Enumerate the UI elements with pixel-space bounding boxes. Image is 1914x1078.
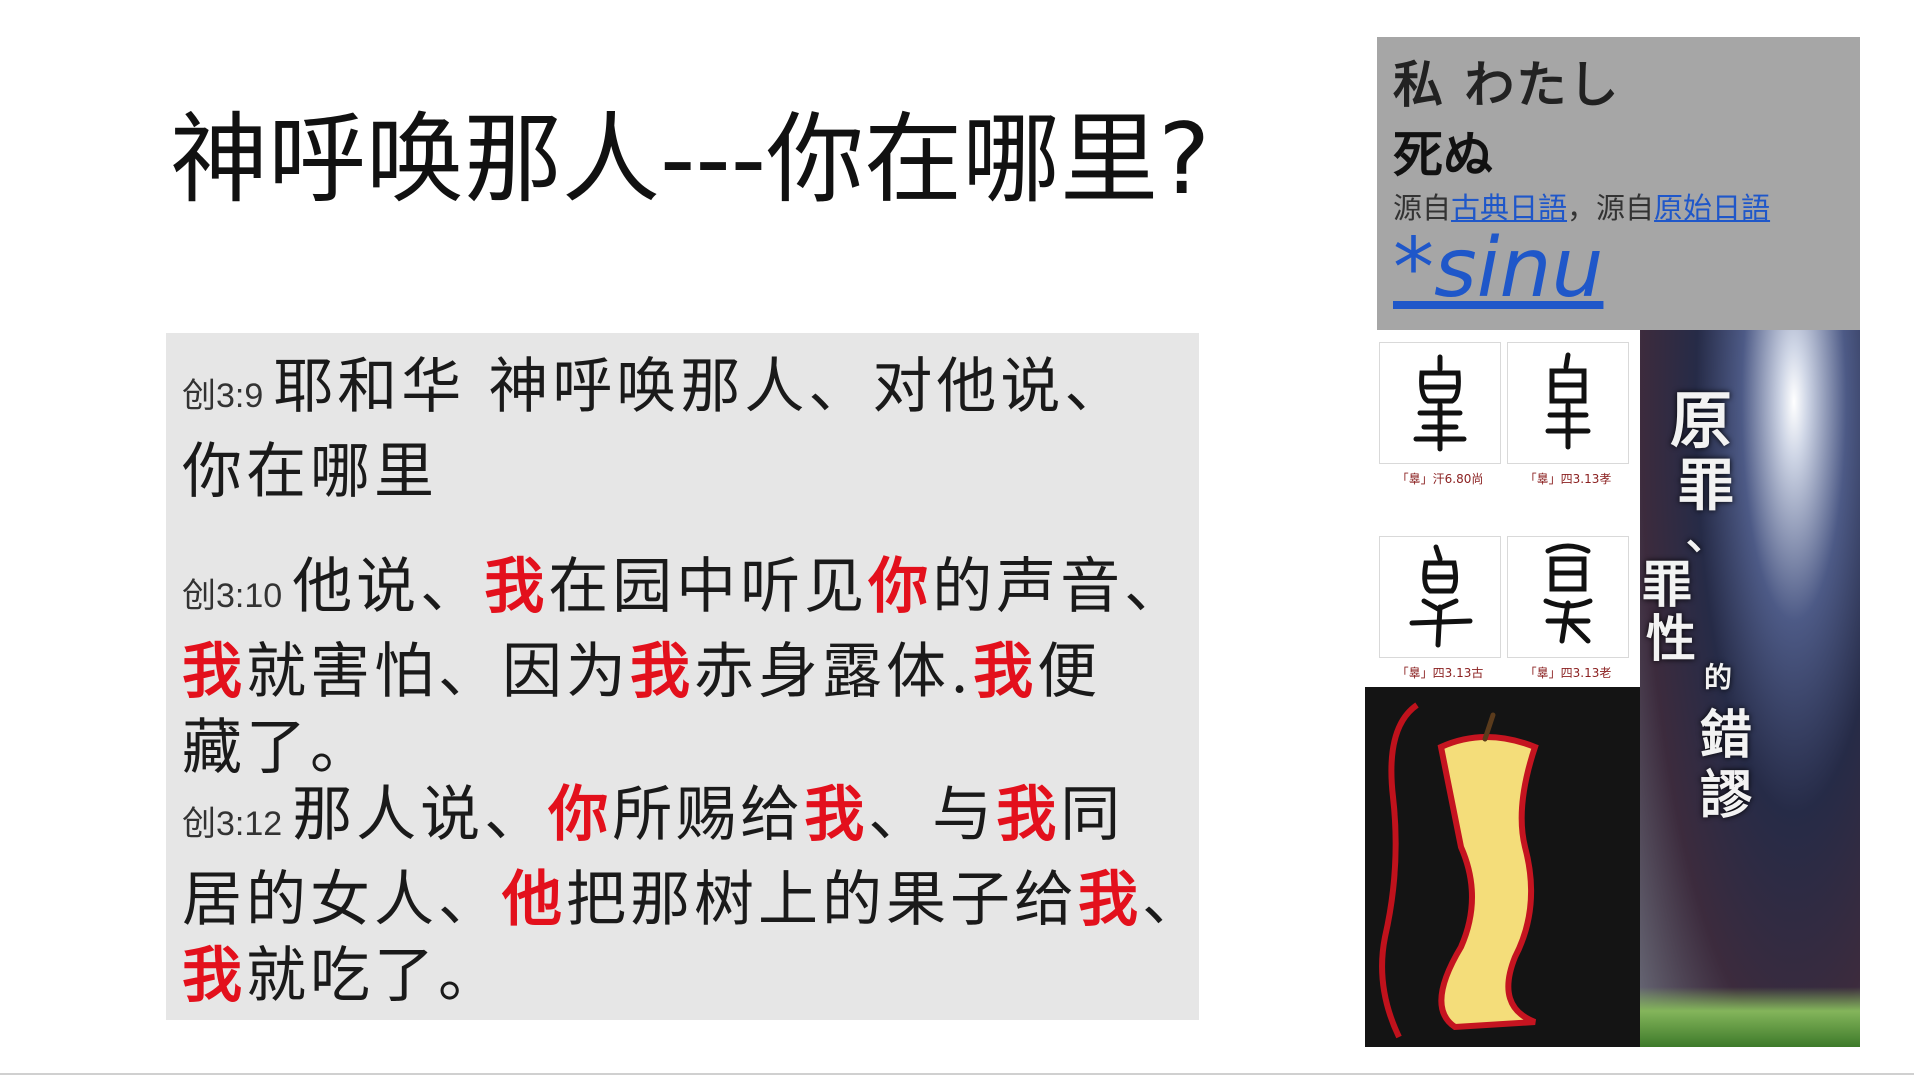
verse-text: 、: [1142, 865, 1206, 935]
seal-glyph-icon: [1413, 354, 1467, 452]
verse-text: 他说、: [292, 552, 485, 622]
seal-glyph-icon: [1543, 543, 1593, 644]
proto-japonic-link[interactable]: 原始日語: [1654, 191, 1770, 225]
cover-title-char: 性: [1646, 609, 1696, 668]
cover-title-char: 罪: [1678, 453, 1734, 519]
glyph-caption: 「辠」四3.13古: [1396, 666, 1484, 680]
highlight-word: 我: [630, 637, 694, 707]
cover-title-char: 、: [1686, 512, 1726, 559]
ancient-glyph-panel: 「辠」汗6.80尚 「辠」四3.13孝 「辠」四3.13古 「辠」四3.13老: [1365, 330, 1640, 687]
glyph-image: [1379, 342, 1501, 464]
verse-text: 藏了。: [182, 713, 374, 783]
highlight-word: 我: [804, 780, 869, 850]
verse-text: 便: [1037, 637, 1102, 707]
verse-text: 的声音、: [932, 552, 1189, 622]
verse-text: 你在哪里: [182, 437, 438, 507]
glyph-caption: 「辠」四3.13老: [1524, 666, 1612, 680]
apple-core-icon: [1379, 702, 1539, 1039]
verse-text: 耶和华 神呼唤那人、对他说、: [273, 352, 1129, 422]
dictionary-headword: 私 わたし: [1393, 56, 1621, 114]
glyph-image: [1379, 536, 1501, 658]
highlight-word: 你: [548, 780, 613, 850]
verse-ref: 创3:12: [182, 805, 283, 843]
highlight-word: 你: [868, 552, 933, 622]
grass-decoration: [1640, 987, 1860, 1047]
verse-gen-3-10: 创3:10 他说、我在园中听见你的声音、 我就害怕、因为我赤身露体.我便 藏了。: [182, 549, 1188, 786]
highlight-word: 他: [502, 865, 566, 935]
highlight-word: 我: [1078, 865, 1142, 935]
verse-panel: 创3:9 耶和华 神呼唤那人、对他说、 你在哪里 创3:10 他说、我在园中听见你的…: [166, 333, 1202, 1020]
verse-text: 那人说、: [292, 780, 549, 850]
apple-core-image: [1365, 687, 1645, 1047]
verse-text: 把那树上的果子给: [566, 865, 1078, 935]
highlight-word: 我: [484, 552, 549, 622]
etymology-text: 源自: [1393, 191, 1452, 225]
glyph-caption: 「辠」汗6.80尚: [1396, 472, 1484, 486]
verse-ref: 创3:10: [182, 577, 283, 615]
verse-text: 在园中听见: [548, 552, 869, 622]
verse-text: 赤身露体.: [694, 637, 974, 707]
cover-title-char: 原: [1670, 384, 1733, 457]
glyph-caption: 「辠」四3.13孝: [1524, 472, 1612, 486]
dictionary-word: 死ぬ: [1393, 126, 1493, 184]
highlight-word: 我: [182, 637, 246, 707]
verse-gen-3-9: 创3:9 耶和华 神呼唤那人、对他说、 你在哪里: [182, 349, 1128, 510]
verse-text: 、与: [868, 780, 997, 850]
highlight-word: 我: [973, 637, 1038, 707]
book-cover-image: 原 罪 、 罪 性 的 錯 謬: [1640, 330, 1860, 1047]
highlight-word: 我: [182, 941, 246, 1011]
cover-title-char: 謬: [1700, 765, 1753, 826]
bottom-divider: [0, 1073, 1914, 1075]
verse-ref: 创3:9: [182, 377, 264, 415]
verse-text: 同: [1060, 780, 1125, 850]
verse-text: 所赐给: [612, 780, 805, 850]
etymology-text: ，源自: [1567, 191, 1655, 225]
glyph-image: [1507, 536, 1629, 658]
verse-text: 就吃了。: [246, 941, 502, 1011]
seal-glyph-icon: [1409, 544, 1473, 648]
cover-title-char: 的: [1704, 661, 1733, 694]
verse-text: 居的女人、: [182, 865, 502, 935]
seal-glyph-icon: [1545, 352, 1591, 450]
highlight-word: 我: [996, 780, 1061, 850]
classical-japanese-link[interactable]: 古典日語: [1451, 191, 1567, 225]
cover-title-char: 罪: [1642, 555, 1692, 614]
cover-title-char: 錯: [1700, 705, 1753, 766]
reconstruction-link[interactable]: *sinu: [1393, 221, 1603, 316]
dictionary-panel: 私 わたし 死ぬ 源自古典日語，源自原始日語 *sinu: [1377, 37, 1860, 330]
slide-title: 神呼唤那人---你在哪里?: [170, 103, 1211, 217]
glyph-image: [1507, 342, 1629, 464]
verse-text: 就害怕、因为: [246, 637, 630, 707]
verse-gen-3-12: 创3:12 那人说、你所赐给我、与我同 居的女人、他把那树上的果子给我、 我就吃了…: [182, 777, 1206, 1014]
